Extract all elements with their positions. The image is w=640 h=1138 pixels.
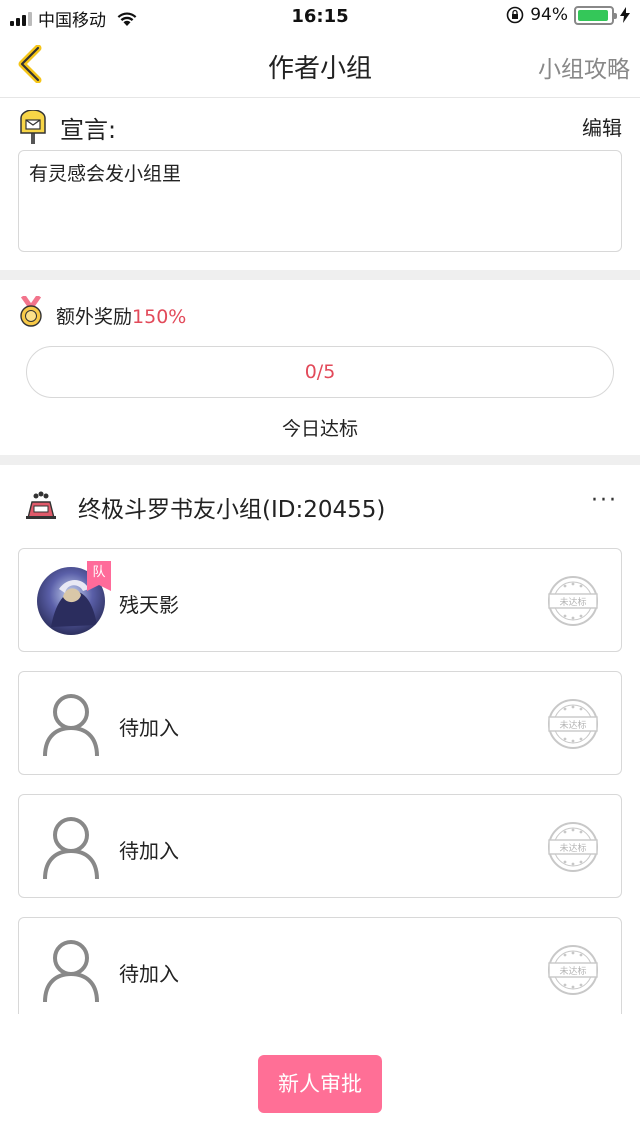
member-card[interactable]: 待加入 未达标 [18, 794, 622, 898]
rotation-lock-icon [506, 6, 524, 24]
battery-fill [578, 9, 609, 21]
group-title: 终极斗罗书友小组(ID:20455) [78, 497, 386, 523]
progress-count: 0/5 [304, 361, 336, 383]
more-button[interactable]: ··· [591, 488, 618, 513]
stamp-text: 未达标 [559, 842, 586, 854]
avatar[interactable] [37, 936, 105, 1004]
daily-target-label: 今日达标 [281, 418, 358, 440]
empty-user-icon [43, 940, 99, 1003]
manifesto-label: 宣言: [60, 116, 117, 144]
daily-progress-bar: 0/5 [26, 346, 614, 398]
empty-user-icon [43, 817, 99, 880]
member-card[interactable]: 待加入 未达标 [18, 917, 622, 1014]
battery-percent: 94% [530, 5, 568, 25]
group-icon [26, 491, 56, 519]
member-card[interactable]: 待加入 未达标 [18, 671, 622, 775]
section-divider [0, 270, 640, 280]
status-bar: 中国移动 16:15 94% [0, 0, 640, 34]
manifesto-text[interactable]: 有灵感会发小组里 [18, 150, 622, 252]
member-list: 队 残天影 未达标 待加入 未达标 待加入 未达标 待加入 未达标 [0, 548, 640, 1014]
member-name: 待加入 [119, 962, 179, 986]
not-qualified-stamp: 未达标 [548, 822, 598, 872]
member-name: 待加入 [119, 716, 179, 740]
status-right: 94% [506, 5, 630, 25]
charging-icon [620, 7, 630, 23]
bonus-section: 额外奖励150% 0/5 今日达标 [0, 280, 640, 455]
avatar[interactable] [37, 813, 105, 881]
medal-icon [20, 296, 42, 327]
empty-user-icon [43, 694, 99, 757]
new-member-approval-button[interactable]: 新人审批 [258, 1055, 382, 1113]
bonus-percent: 150% [132, 306, 187, 328]
bonus-label: 额外奖励150% [56, 302, 186, 329]
stamp-text: 未达标 [559, 965, 586, 977]
edit-button[interactable]: 编辑 [582, 112, 622, 141]
not-qualified-stamp: 未达标 [548, 699, 598, 749]
not-qualified-stamp: 未达标 [548, 945, 598, 995]
mailbox-icon [20, 110, 46, 144]
nav-bar: 作者小组 小组攻略 [0, 34, 640, 98]
avatar[interactable]: 队 [37, 561, 111, 635]
stamp-text: 未达标 [559, 719, 586, 731]
stamp-text: 未达标 [559, 596, 586, 608]
avatar[interactable] [37, 690, 105, 758]
section-divider [0, 455, 640, 465]
member-card[interactable]: 队 残天影 未达标 [18, 548, 622, 652]
member-name: 残天影 [119, 593, 179, 617]
manifesto-section: 宣言: 编辑 有灵感会发小组里 [0, 98, 640, 270]
battery-icon [574, 5, 617, 25]
member-name: 待加入 [119, 839, 179, 863]
not-qualified-stamp: 未达标 [548, 576, 598, 626]
bonus-label-text: 额外奖励 [56, 306, 133, 328]
group-guide-link[interactable]: 小组攻略 [538, 50, 630, 84]
group-header: 终极斗罗书友小组(ID:20455) ··· [0, 472, 640, 540]
